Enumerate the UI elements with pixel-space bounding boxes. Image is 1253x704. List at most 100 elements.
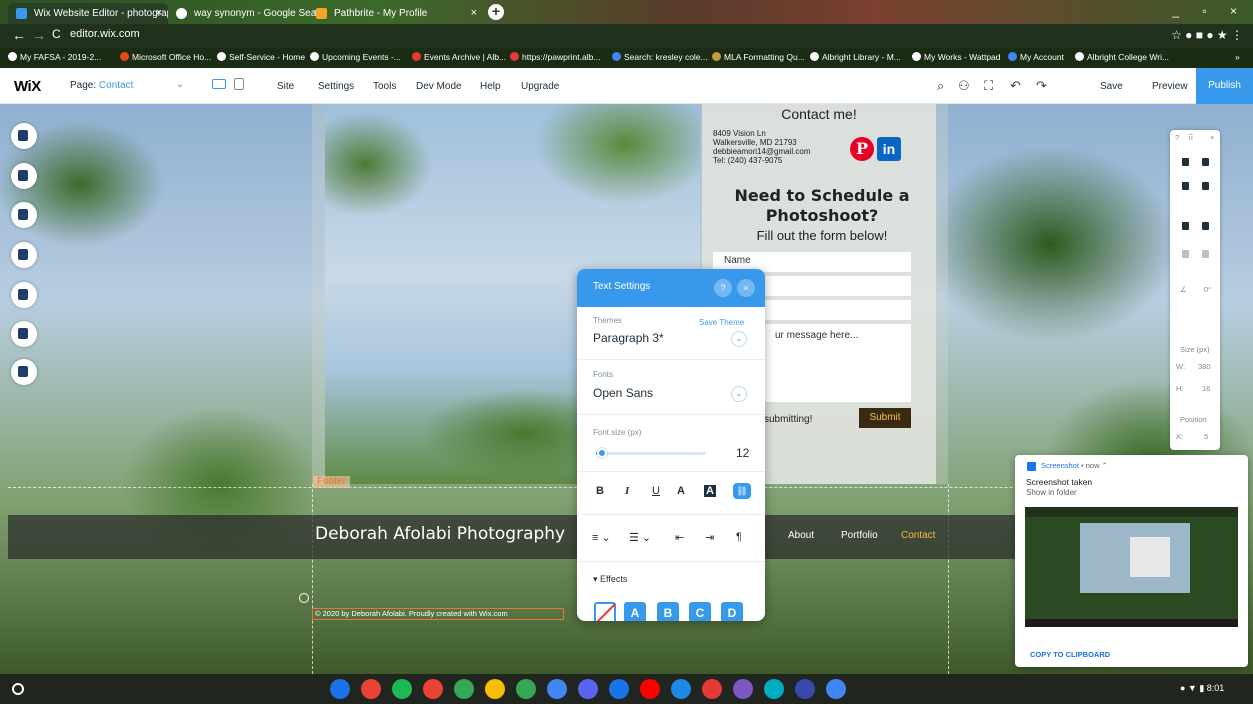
fullscreen-icon[interactable]: ⛶ bbox=[984, 78, 993, 94]
bookmark-item[interactable]: My Works - Wattpad bbox=[912, 52, 1001, 62]
bookmark-item[interactable]: Search: kresley cole... bbox=[612, 52, 708, 62]
pages-icon[interactable] bbox=[11, 123, 37, 149]
slider-handle[interactable] bbox=[596, 448, 607, 458]
italic-button[interactable]: I bbox=[625, 485, 629, 497]
tab-google-search[interactable]: way synonym - Google Search × bbox=[168, 3, 326, 24]
forward-icon[interactable]: → bbox=[32, 27, 46, 43]
shelf-app-icon[interactable] bbox=[423, 679, 443, 699]
bookmark-item[interactable]: Self-Service - Home bbox=[217, 52, 305, 62]
effect-swatch[interactable]: A bbox=[624, 602, 646, 621]
chevron-down-icon[interactable]: ⌄ bbox=[731, 331, 747, 347]
menu-site[interactable]: Site bbox=[277, 81, 294, 92]
submit-button[interactable]: Submit bbox=[859, 408, 911, 428]
effect-swatch[interactable]: B bbox=[657, 602, 679, 621]
media-icon[interactable] bbox=[11, 282, 37, 308]
grip-icon[interactable]: ⠿ bbox=[1188, 133, 1194, 142]
schedule-subheading[interactable]: Fill out the form below! bbox=[722, 228, 922, 243]
pinterest-icon[interactable]: P bbox=[850, 137, 874, 161]
theme-dropdown[interactable]: Paragraph 3* bbox=[593, 331, 664, 345]
bookmark-item[interactable]: Events Archive | Alb... bbox=[412, 52, 506, 62]
panel-header[interactable]: Text Settings ? × bbox=[577, 269, 765, 307]
duplicate-icon[interactable] bbox=[1182, 182, 1189, 190]
rotate-handle-icon[interactable] bbox=[299, 593, 309, 603]
copyright-text[interactable]: © 2020 by Deborah Afolabi. Proudly creat… bbox=[312, 608, 564, 620]
shelf-app-icon[interactable] bbox=[733, 679, 753, 699]
wix-logo[interactable]: WiX bbox=[14, 78, 41, 95]
text-direction-button[interactable]: ¶ bbox=[736, 531, 742, 543]
menu-help[interactable]: Help bbox=[480, 81, 501, 92]
bold-button[interactable]: B bbox=[596, 485, 604, 497]
blog-icon[interactable] bbox=[11, 321, 37, 347]
indent-decrease-button[interactable]: ⇤ bbox=[675, 531, 684, 544]
help-icon[interactable]: ? bbox=[1175, 133, 1179, 142]
footer-label[interactable]: Footer bbox=[313, 476, 350, 488]
new-tab-button[interactable]: + bbox=[488, 4, 504, 20]
mobile-view-icon[interactable] bbox=[234, 78, 244, 90]
close-icon[interactable]: × bbox=[737, 279, 755, 297]
chevron-down-icon[interactable]: ⌄ bbox=[731, 386, 747, 402]
paste-icon[interactable] bbox=[1202, 158, 1209, 166]
shelf-app-icon[interactable] bbox=[330, 679, 350, 699]
bookmark-item[interactable]: Upcoming Events -... bbox=[310, 52, 401, 62]
business-icon[interactable] bbox=[11, 359, 37, 385]
screenshot-thumbnail[interactable] bbox=[1025, 507, 1238, 627]
link-icon[interactable]: ⛓ bbox=[733, 483, 751, 499]
shelf-app-icon[interactable] bbox=[702, 679, 722, 699]
underline-button[interactable]: U bbox=[652, 485, 660, 497]
shelf-app-icon[interactable] bbox=[547, 679, 567, 699]
publish-button[interactable]: Publish bbox=[1196, 68, 1253, 104]
text-align-dropdown[interactable]: ≡ ⌄ bbox=[592, 531, 611, 544]
tab-pathbrite[interactable]: Pathbrite - My Profile × bbox=[308, 3, 483, 24]
desktop-view-icon[interactable] bbox=[212, 79, 226, 89]
invite-icon[interactable]: ⚇ bbox=[958, 78, 970, 94]
effects-toggle[interactable]: ▾ Effects bbox=[593, 574, 627, 585]
linkedin-icon[interactable]: in bbox=[877, 137, 901, 161]
shelf-app-icon[interactable] bbox=[578, 679, 598, 699]
bookmark-item[interactable]: My Account bbox=[1008, 52, 1064, 62]
page-selector[interactable]: Page: Contact bbox=[70, 80, 133, 91]
shelf-app-icon[interactable] bbox=[609, 679, 629, 699]
distribute-icon[interactable] bbox=[1202, 250, 1209, 258]
redo-icon[interactable]: ↷ bbox=[1036, 78, 1047, 94]
chevron-down-icon[interactable]: ⌄ bbox=[176, 79, 184, 90]
reload-icon[interactable]: C bbox=[52, 27, 61, 41]
bookmark-item[interactable]: Albright Library - M... bbox=[810, 52, 901, 62]
shelf-app-icon[interactable] bbox=[640, 679, 660, 699]
bookmark-item[interactable]: https://pawprint.alb... bbox=[510, 52, 600, 62]
copy-to-clipboard-button[interactable]: COPY TO CLIPBOARD bbox=[1030, 650, 1110, 659]
tab-close-icon[interactable]: × bbox=[471, 3, 477, 24]
bookmarks-overflow[interactable]: » bbox=[1235, 52, 1240, 62]
help-icon[interactable]: ? bbox=[714, 279, 732, 297]
status-tray[interactable]: ● ▼ ▮ 8:01 bbox=[1180, 683, 1224, 694]
menu-tools[interactable]: Tools bbox=[373, 81, 396, 92]
background-icon[interactable] bbox=[11, 163, 37, 189]
bookmark-item[interactable]: Albright College Wri... bbox=[1075, 52, 1169, 62]
delete-icon[interactable] bbox=[1202, 182, 1209, 190]
rotation-value[interactable]: 0° bbox=[1204, 285, 1211, 294]
nav-portfolio[interactable]: Portfolio bbox=[841, 530, 878, 541]
height-value[interactable]: 16 bbox=[1202, 384, 1210, 393]
schedule-heading[interactable]: Need to Schedule a Photoshoot? bbox=[722, 186, 922, 226]
font-dropdown[interactable]: Open Sans bbox=[593, 386, 653, 400]
effect-swatch[interactable]: C bbox=[689, 602, 711, 621]
shelf-app-icon[interactable] bbox=[392, 679, 412, 699]
match-size-icon[interactable] bbox=[1182, 250, 1189, 258]
shelf-app-icon[interactable] bbox=[795, 679, 815, 699]
address-block[interactable]: 8409 Vision Ln Walkersville, MD 21793 de… bbox=[713, 129, 811, 165]
back-icon[interactable]: ← bbox=[12, 27, 26, 43]
launcher-icon[interactable] bbox=[12, 683, 24, 695]
menu-upgrade[interactable]: Upgrade bbox=[521, 81, 559, 92]
effect-none-swatch[interactable] bbox=[594, 602, 616, 621]
rotation-icon[interactable]: ∠ bbox=[1180, 285, 1187, 294]
add-apps-icon[interactable] bbox=[11, 242, 37, 268]
save-theme-link[interactable]: Save Theme bbox=[699, 318, 744, 327]
bookmark-item[interactable]: Microsoft Office Ho... bbox=[120, 52, 211, 62]
bookmark-item[interactable]: MLA Formatting Qu... bbox=[712, 52, 805, 62]
width-value[interactable]: 380 bbox=[1198, 362, 1211, 371]
menu-settings[interactable]: Settings bbox=[318, 81, 354, 92]
close-icon[interactable]: × bbox=[1210, 133, 1214, 142]
shelf-app-icon[interactable] bbox=[826, 679, 846, 699]
font-size-slider[interactable] bbox=[596, 448, 706, 458]
shelf-app-icon[interactable] bbox=[516, 679, 536, 699]
nav-about[interactable]: About bbox=[788, 530, 814, 541]
